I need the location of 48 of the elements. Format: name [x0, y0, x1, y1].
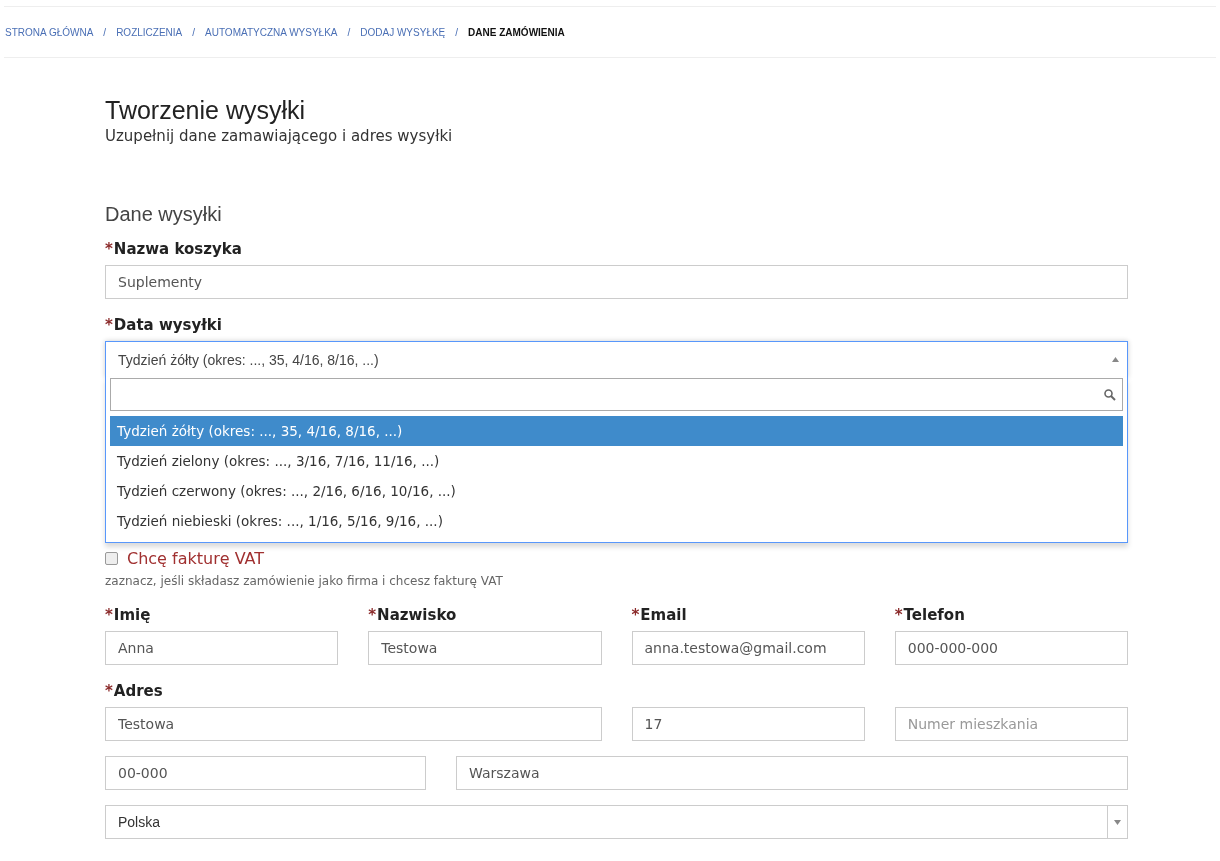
country-select[interactable]: Polska [105, 805, 1128, 839]
caret-icon [1112, 357, 1119, 362]
input-field[interactable]: Anna [105, 631, 339, 665]
breadcrumb-separator: / [103, 26, 107, 38]
field-label: Nazwisko [377, 606, 457, 624]
page-subtitle: Uzupełnij dane zamawiającego i adres wysyłki [105, 127, 454, 145]
section-title: Dane wysyłki [105, 203, 223, 226]
input-field[interactable]: 000-000-000 [894, 631, 1128, 665]
field-label: Adres [113, 682, 163, 700]
breadcrumb-link[interactable]: DODAJ WYSYŁKĘ [360, 26, 446, 38]
checkbox[interactable] [105, 551, 118, 565]
field-label: Email [640, 606, 687, 624]
required-mark: * [105, 682, 113, 700]
city-field[interactable]: Warszawa [456, 756, 1128, 790]
required-mark: * [368, 606, 377, 624]
page-title: Tworzenie wysyłki [105, 96, 307, 125]
input-field[interactable]: anna.testowa@gmail.com [631, 631, 865, 665]
breadcrumb-link[interactable]: DANE ZAMÓWIENIA [468, 26, 565, 38]
breadcrumb-separator: / [347, 26, 351, 38]
required-mark: * [894, 606, 903, 624]
dropdown-option[interactable]: Tydzień czerwony (okres: ..., 2/16, 6/16, 10/16, ...) [110, 476, 1123, 506]
required-mark: * [631, 606, 640, 624]
house-number-field[interactable]: 17 [631, 707, 865, 741]
breadcrumb-link[interactable]: ROZLICZENIA [116, 26, 183, 38]
required-mark: * [105, 240, 113, 258]
input-field[interactable]: Testowa [368, 631, 602, 665]
search-icon [1104, 388, 1116, 401]
field-label: Telefon [903, 606, 965, 624]
breadcrumb-separator: / [455, 26, 459, 38]
search-field[interactable] [110, 378, 1123, 411]
field-label: Data wysyłki [113, 316, 222, 334]
street-field[interactable]: Testowa [105, 707, 602, 741]
required-mark: * [105, 316, 113, 334]
required-mark: * [105, 606, 113, 624]
hint-text: zaznacz, jeśli składasz zamówienie jako firma i chcesz fakturę VAT [105, 574, 504, 588]
breadcrumb-link[interactable]: AUTOMATYCZNA WYSYŁKA [205, 26, 338, 38]
field-label: Imię [113, 606, 151, 624]
field-label: Nazwa koszyka [113, 240, 242, 258]
apartment-field[interactable]: Numer mieszkania [894, 707, 1128, 741]
checkbox-label: Chcę fakturę VAT [127, 548, 265, 568]
dropdown-option[interactable]: Tydzień niebieski (okres: ..., 1/16, 5/16, 9/16, ...) [110, 506, 1123, 536]
breadcrumb-link[interactable]: STRONA GŁÓWNA [5, 26, 94, 38]
dropdown-option[interactable]: Tydzień zielony (okres: ..., 3/16, 7/16, 11/16, ...) [110, 446, 1123, 476]
breadcrumb-separator: / [192, 26, 196, 38]
postal-code-field[interactable]: 00-000 [105, 756, 426, 790]
caret-icon [1114, 819, 1121, 825]
basket-name-field[interactable]: Suplementy [105, 265, 1128, 299]
dropdown-option[interactable]: Tydzień żółty (okres: ..., 35, 4/16, 8/16, ...) [110, 416, 1123, 446]
